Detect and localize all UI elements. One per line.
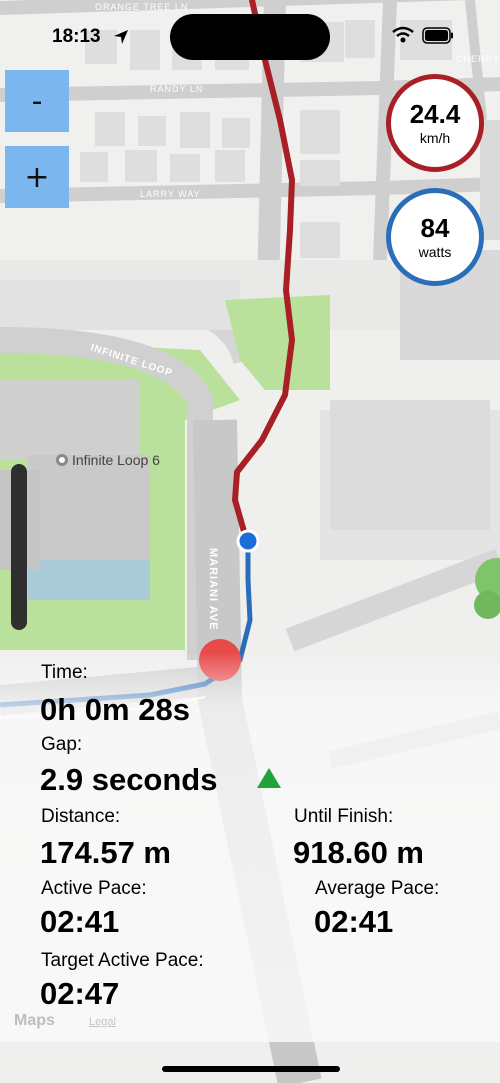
distance-value: 174.57 m [40,835,171,870]
location-arrow-icon [114,30,128,44]
power-unit: watts [418,243,452,260]
time-value: 0h 0m 28s [40,692,190,727]
speed-gauge: 24.4 km/h [386,74,484,172]
legal-link[interactable]: Legal [89,1016,116,1028]
distance-label: Distance: [41,806,121,827]
vertical-slider[interactable] [11,464,27,630]
maps-brand: Maps [14,1012,55,1030]
wifi-icon [392,26,414,43]
speed-unit: km/h [419,129,451,146]
until-finish-value: 918.60 m [293,835,424,870]
active-pace-label: Active Pace: [41,878,147,899]
gap-label: Gap: [41,734,83,755]
home-indicator[interactable] [162,1066,340,1072]
street-label: ORANGE TREE LN [95,2,188,12]
rider-position-marker [236,529,260,553]
target-pace-value: 02:47 [40,976,120,1011]
average-pace-label: Average Pace: [315,878,440,899]
street-label: CHERRY [456,54,500,64]
average-pace-value: 02:41 [314,904,394,939]
until-finish-label: Until Finish: [294,806,394,827]
street-label: RANDY LN [150,84,203,94]
speed-value: 24.4 [409,98,461,129]
status-time: 18:13 [52,26,101,47]
dynamic-island [170,14,330,60]
zoom-in-button[interactable]: + [5,146,69,208]
zoom-out-button[interactable]: - [5,70,69,132]
street-label: MARIANI AVE [207,548,219,631]
battery-icon [422,27,453,44]
up-triangle-icon [257,768,281,788]
street-label: LARRY WAY [140,189,201,199]
maps-brand-text: Maps [14,1012,55,1029]
power-gauge: 84 watts [386,188,484,286]
power-value: 84 [420,212,450,243]
gap-value: 2.9 seconds [40,762,218,797]
poi-label: Infinite Loop 6 [72,452,160,468]
target-pace-label: Target Active Pace: [41,950,204,971]
time-label: Time: [41,662,88,683]
active-pace-value: 02:41 [40,904,120,939]
